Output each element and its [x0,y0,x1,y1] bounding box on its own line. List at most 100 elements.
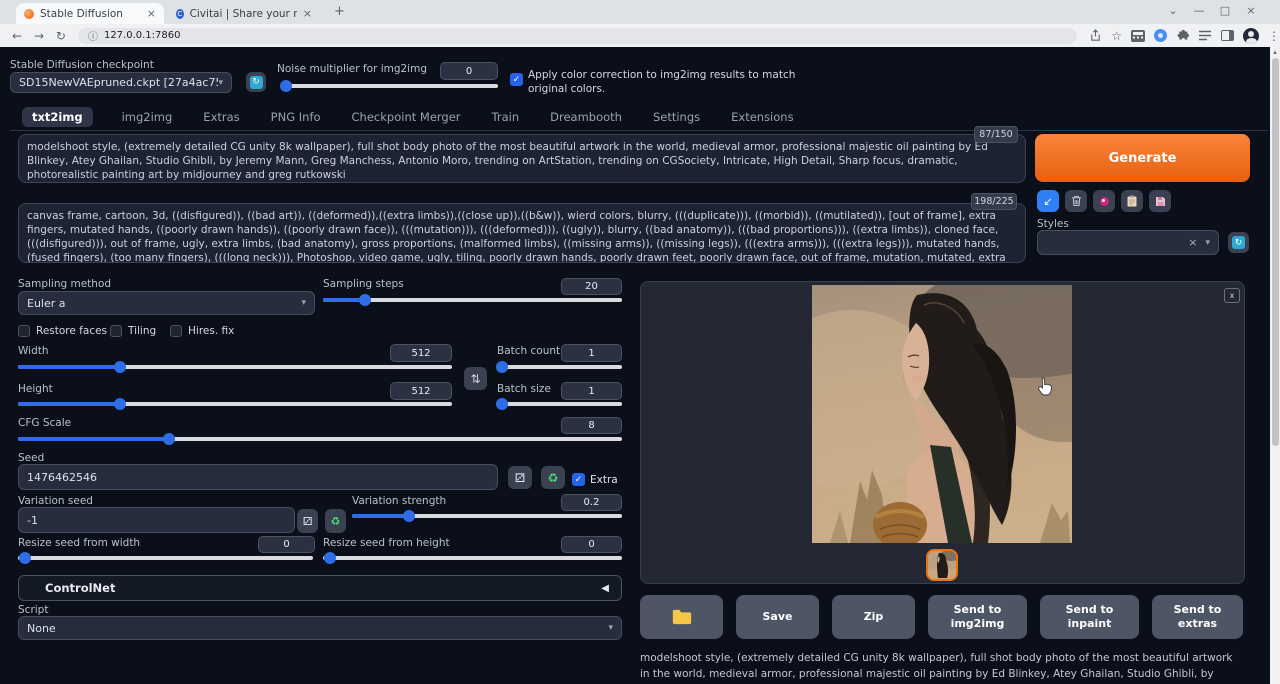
styles-clear-icon[interactable]: × [1188,236,1197,249]
checkpoint-refresh-button[interactable]: ↻ [246,72,266,92]
tab-png-info[interactable]: PNG Info [269,107,323,127]
tab-extensions[interactable]: Extensions [729,107,795,127]
scroll-up-icon[interactable]: ▴ [1270,47,1280,57]
cfg-scale-slider[interactable] [18,437,622,441]
batch-count-slider[interactable] [497,365,622,369]
resize-seed-height-value[interactable]: 0 [561,536,622,553]
dice-icon: ⚂ [515,471,525,485]
generated-image[interactable] [812,285,1072,543]
tab-dreambooth[interactable]: Dreambooth [548,107,624,127]
extension-blue-dot-icon[interactable] [1154,29,1167,42]
tiling-checkbox[interactable] [110,325,122,337]
dice-icon: ⚂ [303,515,313,528]
script-dropdown[interactable]: None ▾ [18,616,622,640]
height-slider[interactable] [18,402,452,406]
open-folder-button[interactable] [640,595,723,639]
resize-seed-height-slider[interactable] [323,556,622,560]
styles-dropdown[interactable]: × ▾ [1037,230,1219,255]
scrollbar-thumb[interactable] [1272,58,1279,446]
window-minimize-button[interactable]: — [1186,4,1212,17]
back-icon[interactable]: ← [6,29,28,43]
cfg-scale-value[interactable]: 8 [561,417,622,434]
window-restore-button[interactable]: □ [1212,4,1238,17]
checkpoint-dropdown[interactable]: SD15NewVAEpruned.ckpt [27a4ac756c] ▾ [10,72,232,93]
paste-params-button[interactable]: ↙ [1037,190,1059,212]
prompt-input[interactable]: modelshoot style, (extremely detailed CG… [18,134,1026,183]
noise-multiplier-slider[interactable] [281,84,498,88]
gallery-thumbnail[interactable] [926,549,958,581]
sampling-method-dropdown[interactable]: Euler a ▾ [18,291,315,315]
hires-fix-checkbox[interactable] [170,325,182,337]
extensions-puzzle-icon[interactable] [1176,29,1189,42]
noise-multiplier-value[interactable]: 0 [440,62,498,80]
batch-size-value[interactable]: 1 [561,382,622,400]
browser-tab-stable-diffusion[interactable]: Stable Diffusion × [16,3,164,24]
save-style-button[interactable] [1149,190,1171,212]
save-button[interactable]: Save [736,595,819,639]
batch-count-value[interactable]: 1 [561,344,622,362]
site-info-icon[interactable]: ⓘ [88,28,98,43]
browser-menu-chevron-icon[interactable]: ⌄ [1160,4,1186,17]
send-to-extras-button[interactable]: Send to extras [1152,595,1243,639]
bookmark-star-icon[interactable]: ☆ [1111,29,1122,43]
reading-list-icon[interactable] [1198,30,1212,41]
width-value[interactable]: 512 [390,344,452,362]
seed-input[interactable] [18,464,498,490]
window-close-button[interactable]: × [1238,4,1264,17]
seed-random-button[interactable]: ⚂ [508,466,532,489]
generate-button[interactable]: Generate [1035,134,1250,182]
variation-strength-slider[interactable] [352,514,622,518]
variation-seed-reuse-button[interactable]: ♻ [325,509,346,533]
extra-networks-button[interactable] [1093,190,1115,212]
styles-refresh-button[interactable]: ↻ [1228,232,1249,253]
tab-close-icon[interactable]: × [303,7,312,20]
new-tab-button[interactable]: + [334,4,345,19]
variation-seed-input[interactable] [18,507,295,533]
batch-size-slider[interactable] [497,402,622,406]
hires-fix-row: Hires. fix [170,325,234,337]
gallery-close-button[interactable]: x [1224,288,1240,303]
clear-prompt-button[interactable] [1065,190,1087,212]
profile-avatar[interactable] [1243,28,1259,44]
sampling-steps-slider[interactable] [323,298,622,302]
sampling-steps-value[interactable]: 20 [561,278,622,295]
chevron-down-icon: ▾ [1205,238,1210,248]
sampling-method-value: Euler a [27,297,66,310]
extra-seed-checkbox[interactable]: ✓ [572,473,585,486]
browser-tab-civitai[interactable]: C Civitai | Share your models × [168,3,320,24]
tab-settings[interactable]: Settings [651,107,702,127]
tab-extras[interactable]: Extras [201,107,241,127]
page-scrollbar[interactable]: ▴ [1270,47,1280,684]
url-text: 127.0.0.1:7860 [104,30,181,41]
width-slider[interactable] [18,365,452,369]
send-to-img2img-button[interactable]: Send to img2img [928,595,1027,639]
swap-dimensions-button[interactable]: ⇅ [464,367,487,390]
side-panel-icon[interactable] [1221,30,1234,41]
restore-faces-label: Restore faces [36,325,107,337]
browser-menu-kebab-icon[interactable]: ⋮ [1268,29,1280,43]
address-bar[interactable]: ⓘ 127.0.0.1:7860 [78,28,1077,44]
reload-icon[interactable]: ↻ [50,29,72,43]
controlnet-accordion[interactable]: ControlNet ◀ [18,575,622,601]
restore-faces-checkbox[interactable] [18,325,30,337]
zip-button[interactable]: Zip [832,595,915,639]
resize-seed-width-slider[interactable] [18,556,313,560]
share-icon[interactable] [1089,29,1102,42]
variation-seed-random-button[interactable]: ⚂ [297,509,318,533]
tab-img2img[interactable]: img2img [120,107,175,127]
tab-checkpoint-merger[interactable]: Checkpoint Merger [350,107,463,127]
refresh-icon: ↻ [250,76,263,89]
forward-icon[interactable]: → [28,29,50,43]
height-value[interactable]: 512 [390,382,452,400]
tab-train[interactable]: Train [490,107,522,127]
resize-seed-width-value[interactable]: 0 [258,536,315,553]
send-to-inpaint-button[interactable]: Send to inpaint [1040,595,1139,639]
tab-close-icon[interactable]: × [147,7,156,20]
tab-txt2img[interactable]: txt2img [22,107,93,127]
negative-prompt-input[interactable]: canvas frame, cartoon, 3d, ((disfigured)… [18,203,1026,263]
seed-reuse-button[interactable]: ♻ [541,466,565,489]
apply-style-button[interactable] [1121,190,1143,212]
apps-grid-icon[interactable] [1131,30,1145,42]
variation-strength-value[interactable]: 0.2 [561,494,622,511]
color-correction-checkbox[interactable]: ✓ [510,73,523,86]
